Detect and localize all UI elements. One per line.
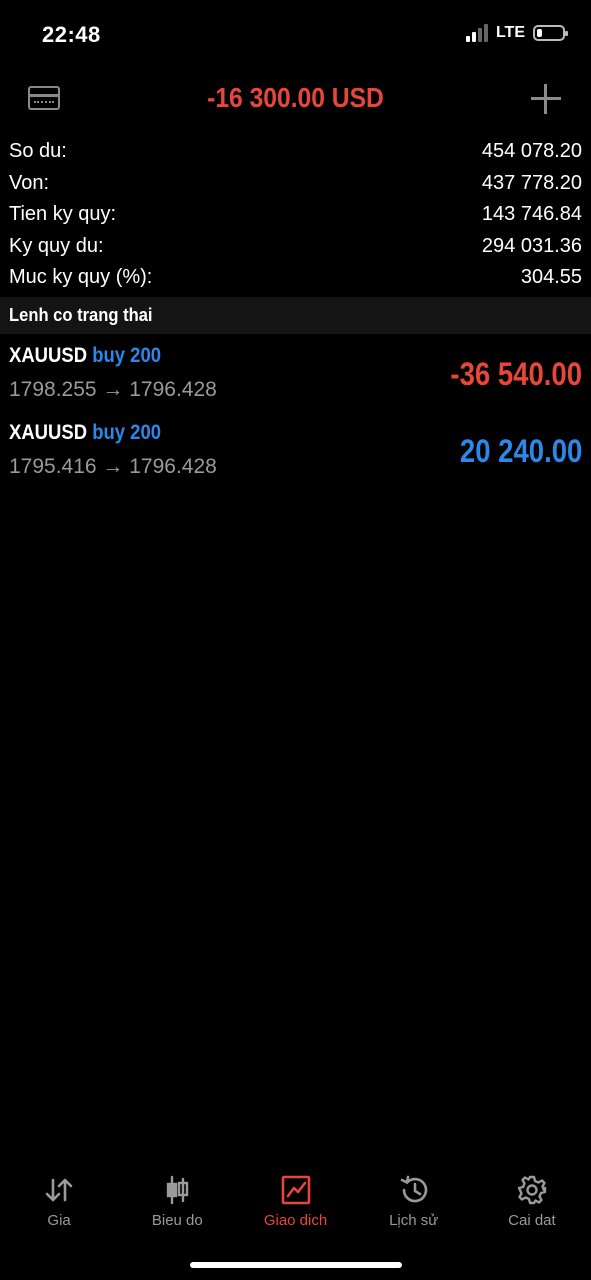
summary-value: 454 078.20 bbox=[481, 140, 582, 162]
position-prices: 1798.255 → 1796.428 bbox=[9, 378, 217, 401]
trade-chart-icon bbox=[281, 1175, 310, 1205]
battery-icon bbox=[533, 25, 568, 41]
tab-label: Lịch sử bbox=[389, 1212, 439, 1229]
position-symbol-line: XAUUSD buy 200 bbox=[9, 344, 161, 368]
summary-row-free-margin: Ky quy du: 294 031.36 bbox=[0, 231, 591, 263]
home-indicator[interactable] bbox=[190, 1262, 402, 1268]
candlestick-icon bbox=[167, 1175, 189, 1205]
top-bar: -16 300.00 USD bbox=[0, 76, 591, 122]
status-time: 22:48 bbox=[42, 22, 101, 47]
summary-value: 304.55 bbox=[520, 266, 582, 288]
section-title: Lenh co trang thai bbox=[9, 305, 153, 325]
positions-section-header: Lenh co trang thai bbox=[0, 297, 591, 334]
gear-icon bbox=[517, 1175, 547, 1205]
summary-label: Muc ky quy (%): bbox=[9, 266, 153, 288]
tab-label: Bieu do bbox=[151, 1212, 203, 1229]
network-label: LTE bbox=[495, 24, 525, 41]
summary-row-balance: So du: 454 078.20 bbox=[0, 136, 591, 168]
position-side: buy 200 bbox=[92, 421, 162, 444]
account-summary: So du: 454 078.20 Von: 437 778.20 Tien k… bbox=[0, 136, 591, 294]
tab-label: Giao dich bbox=[263, 1212, 328, 1229]
history-icon bbox=[400, 1175, 427, 1203]
position-symbol: XAUUSD bbox=[9, 344, 88, 367]
summary-label: Ky quy du: bbox=[9, 234, 104, 257]
signal-icon bbox=[465, 24, 488, 42]
tab-chart[interactable]: Bieu do bbox=[118, 1164, 236, 1244]
add-order-button[interactable] bbox=[531, 84, 561, 114]
tab-label: Cai dat bbox=[508, 1212, 556, 1229]
tab-label: Gia bbox=[47, 1212, 71, 1229]
tab-settings[interactable]: Cai dat bbox=[473, 1164, 591, 1244]
position-symbol: XAUUSD bbox=[9, 421, 88, 444]
position-profit: -36 540.00 bbox=[450, 356, 582, 392]
arrows-up-down-icon bbox=[45, 1178, 73, 1202]
summary-value: 143 746.84 bbox=[481, 203, 582, 225]
summary-label: Tien ky quy: bbox=[9, 203, 117, 225]
summary-row-equity: Von: 437 778.20 bbox=[0, 168, 591, 200]
position-side: buy 200 bbox=[92, 344, 162, 367]
summary-label: Von: bbox=[9, 171, 50, 194]
bottom-tab-bar: Gia Bieu do Giao dich Lịch sử Cai dat bbox=[0, 1164, 591, 1244]
total-profit: -16 300.00 USD bbox=[207, 82, 384, 113]
position-row[interactable]: XAUUSD buy 200 1798.255 → 1796.428 -36 5… bbox=[0, 340, 591, 410]
summary-row-margin: Tien ky quy: 143 746.84 bbox=[0, 199, 591, 231]
summary-value: 294 031.36 bbox=[481, 234, 582, 257]
position-prices: 1795.416 → 1796.428 bbox=[9, 455, 217, 478]
status-indicators: LTE bbox=[465, 24, 568, 42]
position-row[interactable]: XAUUSD buy 200 1795.416 → 1796.428 20 24… bbox=[0, 417, 591, 487]
tab-quotes[interactable]: Gia bbox=[0, 1164, 118, 1244]
summary-row-margin-level: Muc ky quy (%): 304.55 bbox=[0, 262, 591, 294]
summary-label: So du: bbox=[9, 140, 67, 162]
tab-history[interactable]: Lịch sử bbox=[355, 1164, 473, 1244]
position-symbol-line: XAUUSD buy 200 bbox=[9, 421, 161, 445]
tab-trade[interactable]: Giao dich bbox=[236, 1164, 354, 1244]
status-bar: 22:48 LTE bbox=[0, 0, 591, 70]
summary-value: 437 778.20 bbox=[481, 171, 582, 194]
position-profit: 20 240.00 bbox=[459, 433, 582, 469]
